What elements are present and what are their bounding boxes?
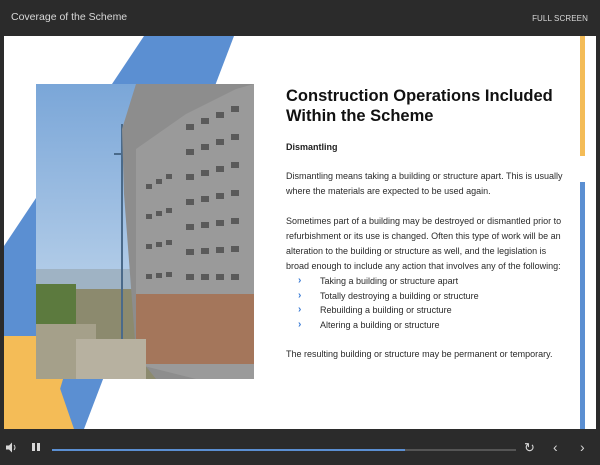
progress-fill: [52, 449, 405, 451]
pause-icon[interactable]: [32, 443, 42, 453]
slide-content: Construction Operations Included Within …: [286, 86, 566, 362]
progress-bar[interactable]: [52, 449, 516, 451]
yellow-accent-bar: [580, 36, 585, 156]
top-bar: Coverage of the Scheme FULL SCREEN: [0, 0, 600, 36]
player-controls: ↻ ‹ ›: [0, 429, 600, 465]
chevron-right-icon: ›: [298, 318, 302, 330]
paragraph-definition: Dismantling means taking a building or s…: [286, 171, 563, 196]
fullscreen-button[interactable]: FULL SCREEN: [532, 14, 588, 23]
previous-icon[interactable]: ‹: [553, 439, 558, 455]
volume-icon[interactable]: [6, 442, 18, 456]
section-subheading: Dismantling: [286, 142, 338, 152]
course-title: Coverage of the Scheme: [11, 11, 128, 23]
bullet-item: › Altering a building or structure: [286, 318, 566, 333]
replay-icon[interactable]: ↻: [524, 440, 535, 456]
next-icon[interactable]: ›: [580, 439, 585, 455]
paragraph-result: The resulting building or structure may …: [286, 349, 553, 359]
paragraph-details: Sometimes part of a building may be dest…: [286, 216, 562, 271]
chevron-right-icon: ›: [298, 275, 302, 286]
slide-heading: Construction Operations Included Within …: [286, 87, 553, 125]
bullet-list: › Taking a building or structure apart › T…: [286, 274, 566, 332]
slide-canvas: Construction Operations Included Within …: [4, 36, 596, 429]
bullet-item: › Taking a building or structure apart: [286, 274, 566, 289]
chevron-right-icon: ›: [298, 289, 302, 301]
bullet-item: › Totally destroying a building or struct…: [286, 289, 566, 304]
construction-image: [36, 84, 254, 379]
bullet-item: › Rebuilding a building or structure: [286, 303, 566, 318]
chevron-right-icon: ›: [298, 304, 302, 315]
blue-accent-bar: [580, 182, 585, 429]
building-photo: [36, 84, 254, 379]
